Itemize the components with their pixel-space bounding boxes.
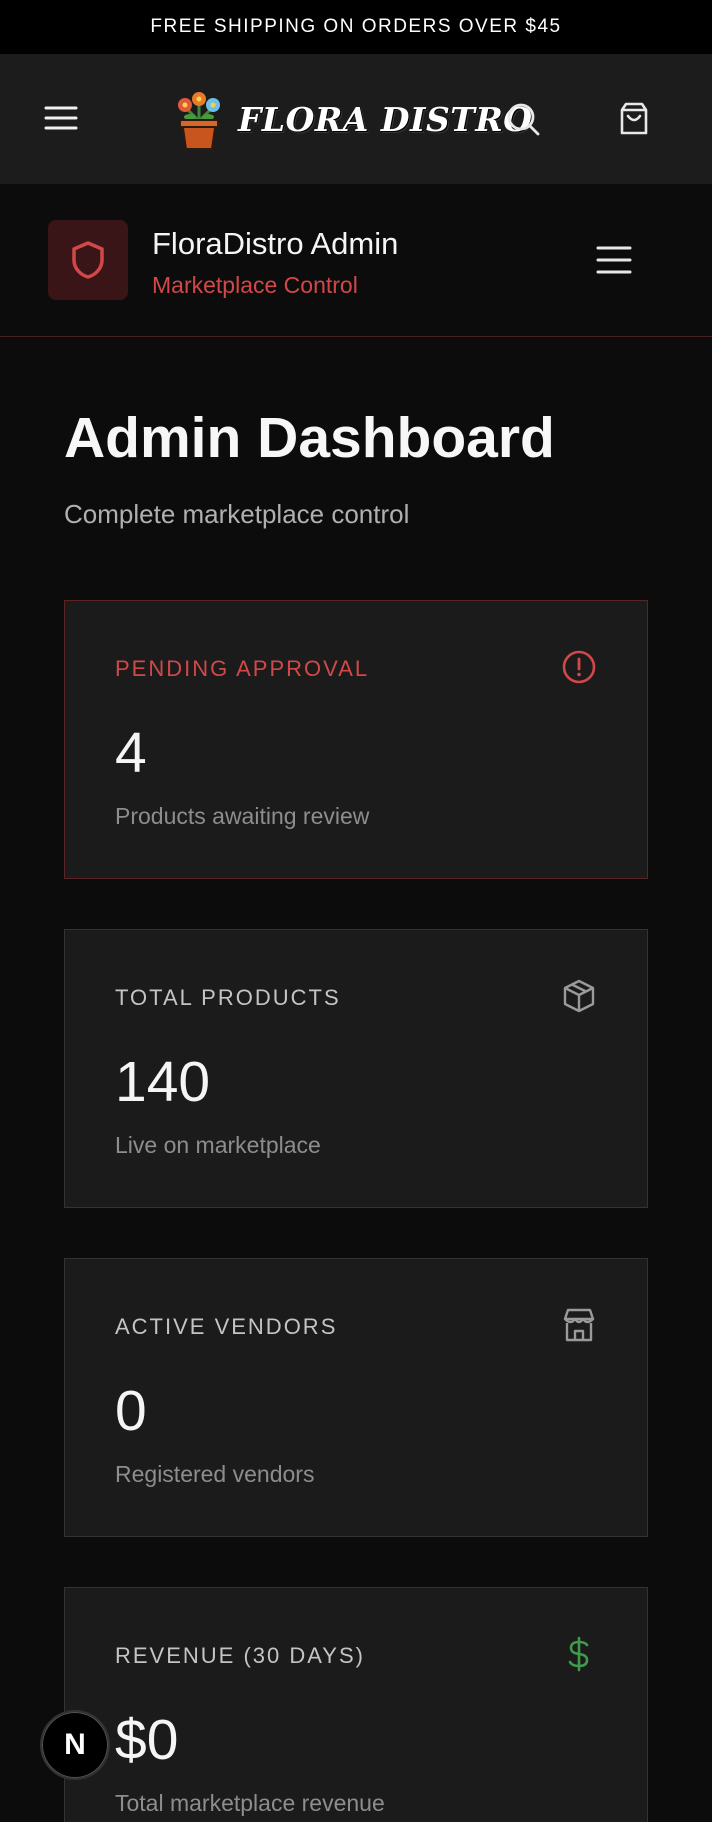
card-value: 0 [115, 1379, 147, 1443]
revenue-card[interactable]: REVENUE (30 DAYS) $0 Total marketplace r… [64, 1587, 648, 1822]
active-vendors-card[interactable]: ACTIVE VENDORS 0 Registered vendors [64, 1258, 648, 1537]
page-subtitle: Complete marketplace control [64, 499, 410, 529]
card-value: 140 [115, 1050, 211, 1114]
shield-icon [72, 241, 104, 279]
card-label: REVENUE (30 DAYS) [115, 1643, 365, 1668]
admin-title: FloraDistro Admin [152, 226, 399, 261]
package-icon [561, 978, 597, 1014]
card-value: 4 [115, 721, 147, 785]
page-title: Admin Dashboard [64, 406, 555, 470]
card-description: Total marketplace revenue [115, 1790, 385, 1816]
admin-header: FloraDistro Admin Marketplace Control [0, 184, 712, 337]
card-description: Live on marketplace [115, 1132, 321, 1158]
card-description: Registered vendors [115, 1461, 315, 1487]
brand-logo[interactable]: FLORA DISTRO [172, 54, 533, 184]
card-description: Products awaiting review [115, 803, 370, 829]
total-products-card[interactable]: TOTAL PRODUCTS 140 Live on marketplace [64, 929, 648, 1208]
card-label: ACTIVE VENDORS [115, 1314, 338, 1339]
card-label: PENDING APPROVAL [115, 656, 370, 681]
store-icon [561, 1307, 597, 1343]
admin-menu-icon[interactable] [596, 242, 632, 278]
pending-approval-card[interactable]: PENDING APPROVAL 4 Products awaiting rev… [64, 600, 648, 879]
card-label: TOTAL PRODUCTS [115, 985, 341, 1010]
dollar-icon [561, 1636, 597, 1672]
flower-pot-icon [178, 92, 220, 150]
dev-badge-letter: N [64, 1728, 86, 1761]
shopping-bag-icon[interactable] [617, 102, 651, 136]
menu-icon[interactable] [44, 101, 78, 135]
top-navigation: FLORA DISTRO [0, 54, 712, 184]
dashboard-main: Admin Dashboard Complete marketplace con… [0, 410, 712, 1822]
dev-tools-badge[interactable]: N [40, 1710, 110, 1780]
search-icon[interactable] [506, 102, 540, 136]
admin-subtitle: Marketplace Control [152, 272, 358, 298]
announcement-text: FREE SHIPPING ON ORDERS OVER $45 [150, 16, 562, 37]
alert-circle-icon [561, 649, 597, 685]
card-value: $0 [115, 1708, 179, 1772]
admin-badge [48, 220, 128, 300]
brand-name: FLORA DISTRO [238, 99, 533, 139]
announcement-bar: FREE SHIPPING ON ORDERS OVER $45 [0, 0, 712, 54]
